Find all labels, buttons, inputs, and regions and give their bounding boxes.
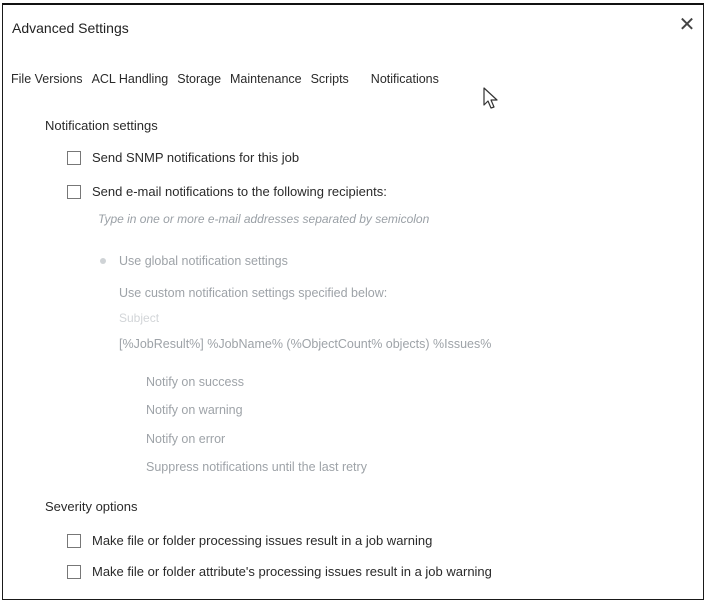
file-issues-checkbox-row[interactable]: Make file or folder processing issues re…: [67, 533, 432, 548]
tab-storage[interactable]: Storage: [177, 72, 221, 86]
attr-issues-checkbox[interactable]: [67, 564, 81, 579]
subject-label: Subject: [119, 311, 160, 325]
file-issues-checkbox[interactable]: [67, 533, 81, 548]
email-checkbox-row[interactable]: Send e-mail notifications to the followi…: [67, 184, 387, 199]
tab-bar: File Versions ACL Handling Storage Maint…: [11, 72, 439, 86]
snmp-checkbox-row[interactable]: Send SNMP notifications for this job: [67, 150, 299, 165]
subject-field[interactable]: [%JobResult%] %JobName% (%ObjectCount% o…: [119, 337, 491, 351]
tab-scripts[interactable]: Scripts: [311, 72, 349, 86]
notification-settings-heading: Notification settings: [45, 118, 158, 133]
tab-maintenance[interactable]: Maintenance: [230, 72, 302, 86]
notify-warning-option[interactable]: Notify on warning: [146, 403, 243, 417]
tab-notifications[interactable]: Notifications: [371, 72, 439, 86]
dialog-title: Advanced Settings: [12, 20, 129, 36]
use-global-radio-label[interactable]: Use global notification settings: [119, 254, 288, 268]
tab-file-versions[interactable]: File Versions: [11, 72, 83, 86]
email-recipients-input[interactable]: Type in one or more e-mail addresses sep…: [98, 212, 429, 226]
notify-error-option[interactable]: Notify on error: [146, 432, 225, 446]
radio-global-indicator[interactable]: [100, 258, 106, 264]
tab-acl-handling[interactable]: ACL Handling: [92, 72, 169, 86]
close-icon[interactable]: ✕: [676, 14, 698, 36]
severity-options-heading: Severity options: [45, 499, 138, 514]
attr-issues-label: Make file or folder attribute's processi…: [92, 564, 492, 579]
notify-success-option[interactable]: Notify on success: [146, 375, 244, 389]
suppress-option[interactable]: Suppress notifications until the last re…: [146, 460, 367, 474]
file-issues-label: Make file or folder processing issues re…: [92, 533, 433, 548]
email-label: Send e-mail notifications to the followi…: [92, 184, 387, 199]
email-checkbox[interactable]: [67, 184, 81, 199]
attr-issues-checkbox-row[interactable]: Make file or folder attribute's processi…: [67, 564, 492, 579]
snmp-label: Send SNMP notifications for this job: [92, 150, 300, 165]
use-custom-radio-label[interactable]: Use custom notification settings specifi…: [119, 286, 387, 300]
snmp-checkbox[interactable]: [67, 150, 81, 165]
mouse-pointer-icon: [483, 87, 498, 109]
